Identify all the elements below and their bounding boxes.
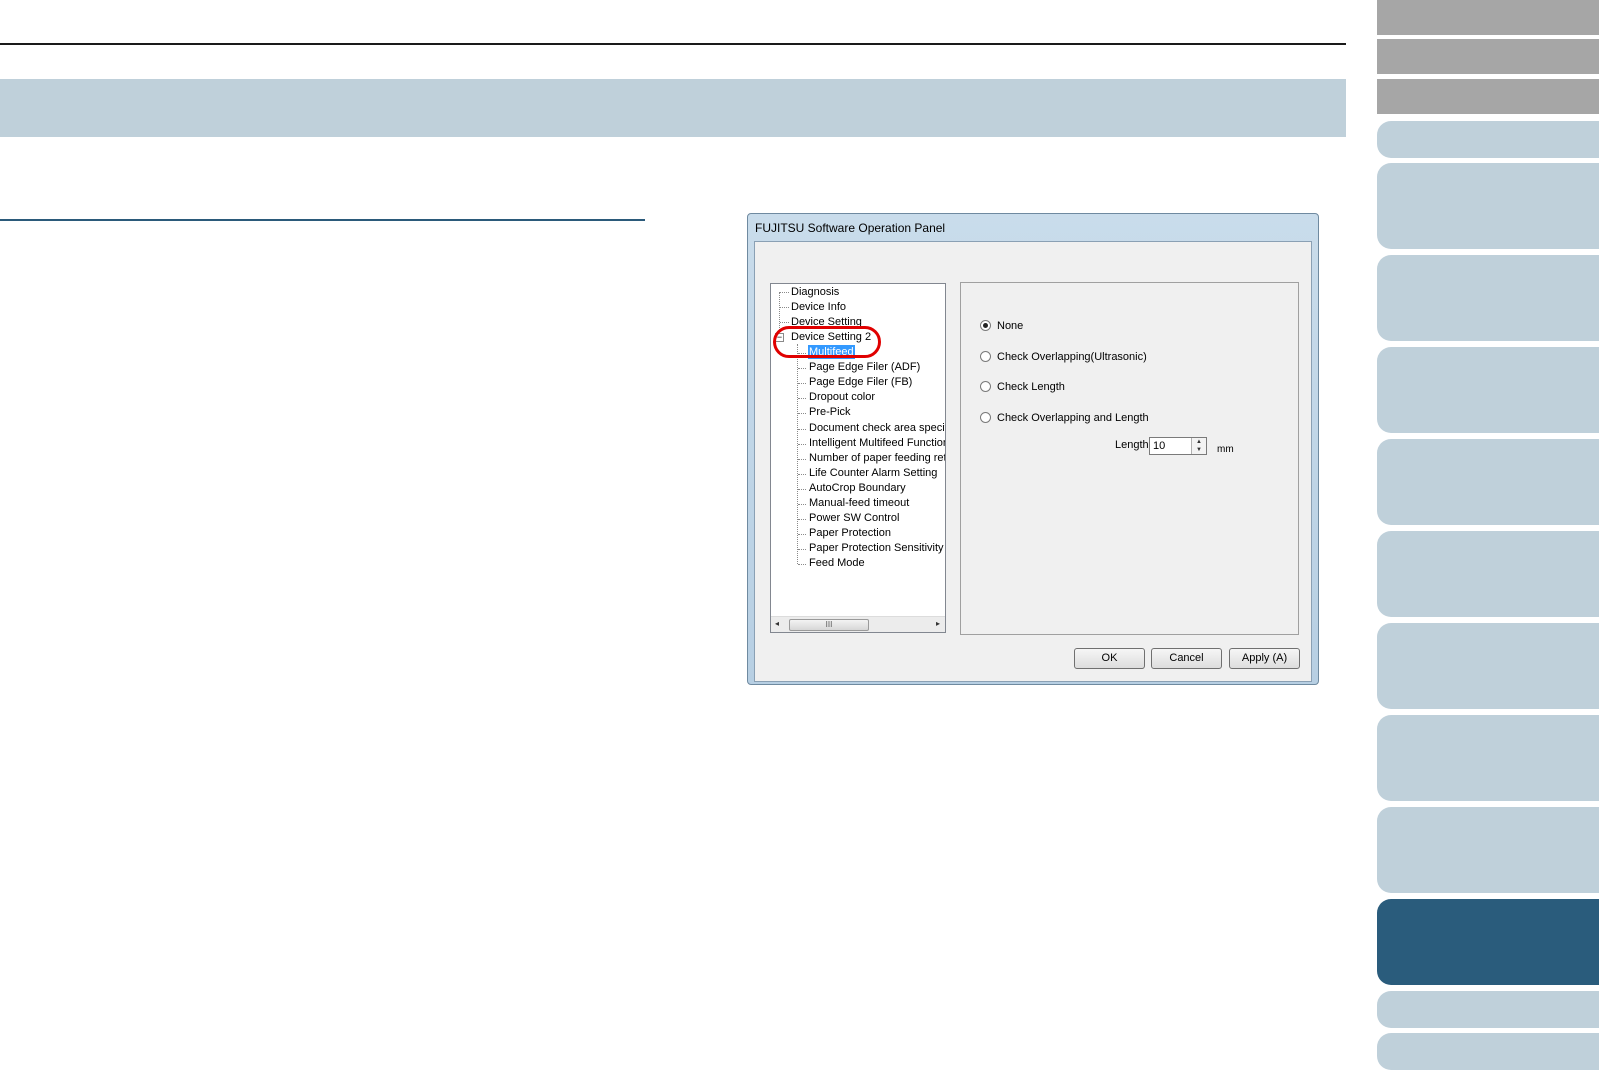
dialog-title: FUJITSU Software Operation Panel <box>755 221 946 235</box>
spin-down-icon[interactable]: ▼ <box>1192 446 1206 454</box>
cancel-button[interactable]: Cancel <box>1151 648 1222 669</box>
tree-branch <box>798 474 806 475</box>
tree-branch <box>798 398 806 399</box>
radio-icon[interactable] <box>980 411 991 423</box>
nav-tab-chapter-2[interactable] <box>1377 163 1599 249</box>
length-spinner[interactable]: ▲ ▼ <box>1191 438 1206 454</box>
tree-item-dropout-color[interactable]: Dropout color <box>809 390 875 404</box>
option-none[interactable]: None <box>980 319 1024 332</box>
tree-branch <box>798 444 806 445</box>
option-overlap-length-label: Check Overlapping and Length <box>997 412 1149 424</box>
tree-branch <box>780 322 789 323</box>
tree-item-pre-pick[interactable]: Pre-Pick <box>809 405 851 419</box>
side-navigation-tabs <box>1377 0 1599 1092</box>
length-unit: mm <box>1217 444 1234 455</box>
length-value: 10 <box>1153 440 1166 452</box>
nav-tab-chapter-active[interactable] <box>1377 899 1599 985</box>
tree-item-power-sw-control[interactable]: Power SW Control <box>809 511 899 525</box>
length-input[interactable]: 10 ▲ ▼ <box>1149 437 1207 455</box>
tree-item-feed-mode[interactable]: Feed Mode <box>809 556 865 570</box>
radio-checked-icon[interactable] <box>980 319 991 331</box>
nav-tab-chapter-1[interactable] <box>1377 121 1599 158</box>
nav-tab-chapter-3[interactable] <box>1377 255 1599 341</box>
scroll-right-icon[interactable]: ▸ <box>936 619 940 628</box>
tree-item-autocrop-boundary[interactable]: AutoCrop Boundary <box>809 481 906 495</box>
header-rule <box>0 43 1346 45</box>
tree-branch <box>798 429 806 430</box>
tree-branch <box>798 534 806 535</box>
tree-branch <box>798 549 806 550</box>
nav-tab-chapter-7[interactable] <box>1377 623 1599 709</box>
dialog-client-area: − Diagnosis Device Info Device Setting D… <box>754 241 1312 682</box>
chapter-title-band <box>0 79 1346 137</box>
tree-item-paper-protection[interactable]: Paper Protection <box>809 526 891 540</box>
tree-item-paper-protection-sensitivity[interactable]: Paper Protection Sensitivity <box>809 541 944 555</box>
tree-branch <box>798 368 806 369</box>
spin-up-icon[interactable]: ▲ <box>1192 438 1206 446</box>
highlight-annotation-ring <box>773 326 881 358</box>
nav-tab-chapter-5[interactable] <box>1377 439 1599 525</box>
tree-branch <box>798 383 806 384</box>
nav-tab-chapter-4[interactable] <box>1377 347 1599 433</box>
section-rule <box>0 219 645 221</box>
operation-panel-dialog: FUJITSU Software Operation Panel − Diagn… <box>747 213 1319 685</box>
nav-tab-bottom-2[interactable] <box>1377 1033 1599 1070</box>
option-none-label: None <box>997 320 1024 332</box>
option-check-overlapping-and-length[interactable]: Check Overlapping and Length <box>980 411 1149 424</box>
apply-button[interactable]: Apply (A) <box>1229 648 1300 669</box>
tree-item-manual-feed-timeout[interactable]: Manual-feed timeout <box>809 496 909 510</box>
tree-branch <box>798 413 806 414</box>
option-length-label: Check Length <box>997 381 1065 393</box>
tree-item-diagnosis[interactable]: Diagnosis <box>791 285 839 299</box>
tree-item-page-edge-filler-adf[interactable]: Page Edge Filer (ADF) <box>809 360 920 374</box>
tree-branch <box>780 307 789 308</box>
tree-branch <box>798 459 806 460</box>
nav-tab-top-2[interactable] <box>1377 39 1599 74</box>
tree-horizontal-scrollbar[interactable]: ◂ III ▸ <box>771 616 945 632</box>
option-check-length[interactable]: Check Length <box>980 380 1065 393</box>
nav-tab-chapter-9[interactable] <box>1377 807 1599 893</box>
option-ultrasonic-label: Check Overlapping(Ultrasonic) <box>997 351 1147 363</box>
tree-child-line <box>797 344 798 564</box>
scroll-left-icon[interactable]: ◂ <box>775 619 779 628</box>
scroll-thumb[interactable]: III <box>789 619 869 631</box>
nav-tab-chapter-6[interactable] <box>1377 531 1599 617</box>
multifeed-options-panel: None Check Overlapping(Ultrasonic) Check… <box>960 282 1299 635</box>
nav-tab-chapter-8[interactable] <box>1377 715 1599 801</box>
radio-icon[interactable] <box>980 380 991 392</box>
tree-branch <box>798 519 806 520</box>
tree-branch <box>798 489 806 490</box>
nav-tab-bottom-1[interactable] <box>1377 991 1599 1028</box>
radio-icon[interactable] <box>980 350 991 362</box>
option-check-overlapping-ultrasonic[interactable]: Check Overlapping(Ultrasonic) <box>980 350 1147 363</box>
tree-item-document-check-area[interactable]: Document check area specific <box>809 421 945 435</box>
tree-item-life-counter-alarm[interactable]: Life Counter Alarm Setting <box>809 466 937 480</box>
tree-branch <box>798 564 806 565</box>
tree-item-device-info[interactable]: Device Info <box>791 300 846 314</box>
nav-tab-top-3[interactable] <box>1377 79 1599 114</box>
tree-item-paper-feeding-retries[interactable]: Number of paper feeding retrie <box>809 451 945 465</box>
tree-item-page-edge-filler-fb[interactable]: Page Edge Filer (FB) <box>809 375 912 389</box>
length-label: Length <box>1115 439 1149 451</box>
tree-branch <box>780 292 789 293</box>
tree-branch <box>798 504 806 505</box>
tree-item-intelligent-multifeed[interactable]: Intelligent Multifeed Function <box>809 436 945 450</box>
ok-button[interactable]: OK <box>1074 648 1145 669</box>
nav-tab-top-1[interactable] <box>1377 0 1599 35</box>
